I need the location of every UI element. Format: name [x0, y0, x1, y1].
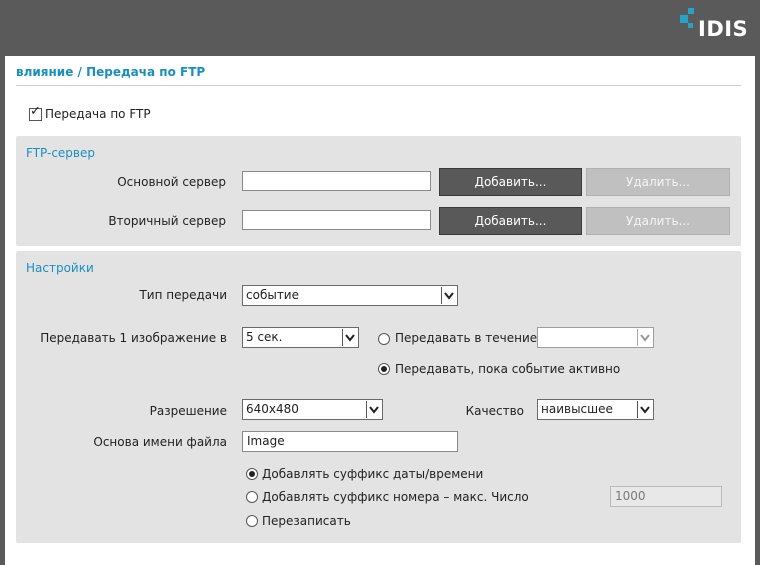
- title-divider: [16, 85, 741, 86]
- primary-server-input[interactable]: [242, 171, 431, 191]
- suffix-datetime-radio[interactable]: [246, 468, 258, 480]
- filename-label: Основа имени файла: [93, 435, 227, 449]
- ftp-enable-checkbox[interactable]: ✓: [29, 103, 42, 121]
- primary-server-label: Основной сервер: [117, 175, 226, 189]
- chevron-down-icon: [366, 401, 381, 418]
- top-bar: IDIS: [0, 0, 760, 56]
- secondary-remove-button[interactable]: Удалить...: [586, 207, 730, 235]
- suffix-number-max-input[interactable]: 1000: [610, 486, 722, 507]
- overwrite-label: Перезаписать: [262, 514, 351, 528]
- suffix-datetime-label: Добавлять суффикс даты/времени: [262, 467, 484, 481]
- interval-label: Передавать 1 изображение в: [40, 331, 227, 345]
- quality-label: Качество: [465, 404, 524, 418]
- idis-logo: IDIS: [676, 8, 750, 44]
- primary-add-button[interactable]: Добавить...: [439, 168, 582, 196]
- chevron-down-icon: [441, 287, 456, 304]
- interval-select[interactable]: 5 сек.: [242, 327, 359, 348]
- resolution-label: Разрешение: [149, 404, 227, 418]
- logo-square-icon: [680, 15, 688, 23]
- logo-square-icon: [688, 23, 693, 28]
- resolution-value: 640x480: [246, 402, 299, 416]
- ftp-server-title: FTP-сервер: [26, 146, 95, 160]
- transfer-while-active-radio[interactable]: [378, 363, 390, 375]
- settings-title: Настройки: [26, 261, 94, 275]
- suffix-number-label: Добавлять суффикс номера – макс. Число: [262, 490, 529, 504]
- interval-value: 5 сек.: [246, 330, 283, 344]
- transfer-type-value: событие: [246, 288, 299, 302]
- secondary-server-input[interactable]: [242, 210, 431, 230]
- page-title: влияние / Передача по FTP: [16, 65, 206, 79]
- resolution-select[interactable]: 640x480: [242, 399, 383, 420]
- transfer-type-label: Тип передачи: [139, 288, 227, 302]
- chevron-down-icon: [342, 329, 357, 346]
- secondary-add-button[interactable]: Добавить...: [439, 207, 582, 235]
- ftp-enable-label: Передача по FTP: [45, 107, 151, 121]
- check-icon: ✓: [30, 103, 41, 119]
- chevron-down-icon: [637, 329, 652, 346]
- transfer-while-active-label: Передавать, пока событие активно: [395, 362, 621, 376]
- secondary-server-label: Вторичный сервер: [108, 214, 226, 228]
- primary-remove-button[interactable]: Удалить...: [586, 168, 730, 196]
- overwrite-radio[interactable]: [246, 515, 258, 527]
- filename-input[interactable]: Image: [242, 431, 458, 452]
- transfer-during-radio[interactable]: [378, 333, 390, 345]
- transfer-type-select[interactable]: событие: [242, 285, 458, 306]
- logo-text: IDIS: [698, 17, 749, 41]
- quality-value: наивысшее: [541, 402, 613, 416]
- transfer-during-select[interactable]: [537, 327, 654, 348]
- suffix-number-radio[interactable]: [246, 491, 258, 503]
- transfer-during-label: Передавать в течение: [395, 331, 538, 345]
- quality-select[interactable]: наивысшее: [537, 399, 654, 420]
- logo-square-icon: [688, 8, 694, 14]
- chevron-down-icon: [637, 401, 652, 418]
- ftp-enable-row: ✓ Передача по FTP: [29, 103, 151, 121]
